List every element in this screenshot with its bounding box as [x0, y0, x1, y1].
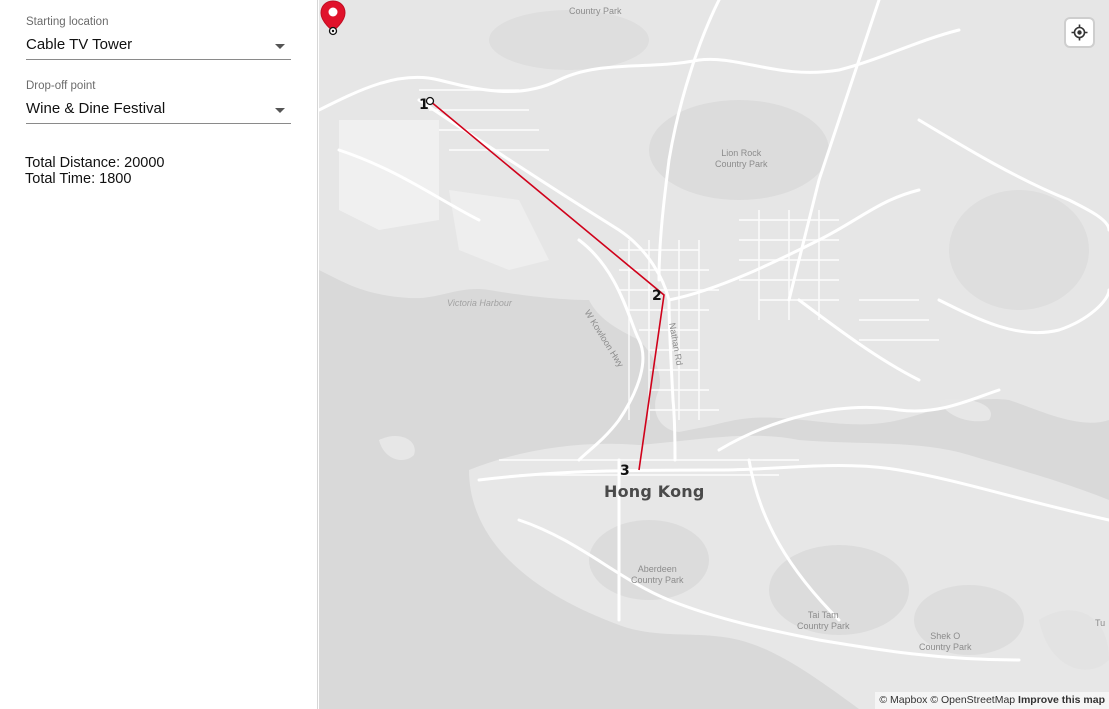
map-label-country-park: Country Park — [569, 6, 622, 16]
mapbox-link[interactable]: © Mapbox — [879, 694, 927, 706]
improve-map-link[interactable]: Improve this map — [1018, 694, 1105, 706]
waypoint-label-2: 2 — [652, 288, 662, 304]
chevron-down-icon — [275, 108, 285, 113]
dropoff-point-field: Drop-off point Wine & Dine Festival — [26, 80, 291, 124]
starting-location-label: Starting location — [26, 16, 109, 28]
map-basemap — [319, 0, 1109, 709]
map-label-aberdeen: Aberdeen Country Park — [631, 564, 684, 585]
map-label-tai-tam: Tai Tam Country Park — [797, 610, 850, 631]
route-stats: Total Distance: 20000 Total Time: 1800 — [25, 155, 164, 187]
waypoint-label-3: 3 — [620, 463, 630, 479]
locate-icon — [1071, 24, 1088, 41]
geolocate-button[interactable] — [1066, 19, 1093, 46]
map-canvas[interactable]: Country Park Lion Rock Country Park Vict… — [319, 0, 1109, 709]
total-time: Total Time: 1800 — [25, 171, 132, 187]
starting-location-field: Starting location Cable TV Tower — [26, 16, 291, 60]
waypoint-label-1: 1 — [419, 97, 429, 113]
starting-location-value: Cable TV Tower — [26, 36, 133, 53]
openstreetmap-link[interactable]: © OpenStreetMap — [930, 694, 1015, 706]
map-attribution: © Mapbox © OpenStreetMap Improve this ma… — [875, 692, 1109, 709]
map-label-tu: Tu — [1095, 618, 1106, 628]
map-label-victoria-harbour: Victoria Harbour — [447, 298, 512, 308]
starting-location-select[interactable]: Cable TV Tower — [26, 32, 291, 60]
dropoff-point-label: Drop-off point — [26, 80, 96, 92]
sidebar: Starting location Cable TV Tower Drop-of… — [0, 0, 318, 709]
map-label-shek-o: Shek O Country Park — [919, 631, 972, 652]
total-distance: Total Distance: 20000 — [25, 155, 165, 171]
dropoff-point-value: Wine & Dine Festival — [26, 100, 166, 117]
map-label-hong-kong: Hong Kong — [604, 482, 705, 501]
map-label-lion-rock: Lion Rock Country Park — [715, 148, 768, 169]
chevron-down-icon — [275, 44, 285, 49]
dropoff-point-select[interactable]: Wine & Dine Festival — [26, 96, 291, 124]
map-pin-icon[interactable] — [319, 0, 347, 38]
